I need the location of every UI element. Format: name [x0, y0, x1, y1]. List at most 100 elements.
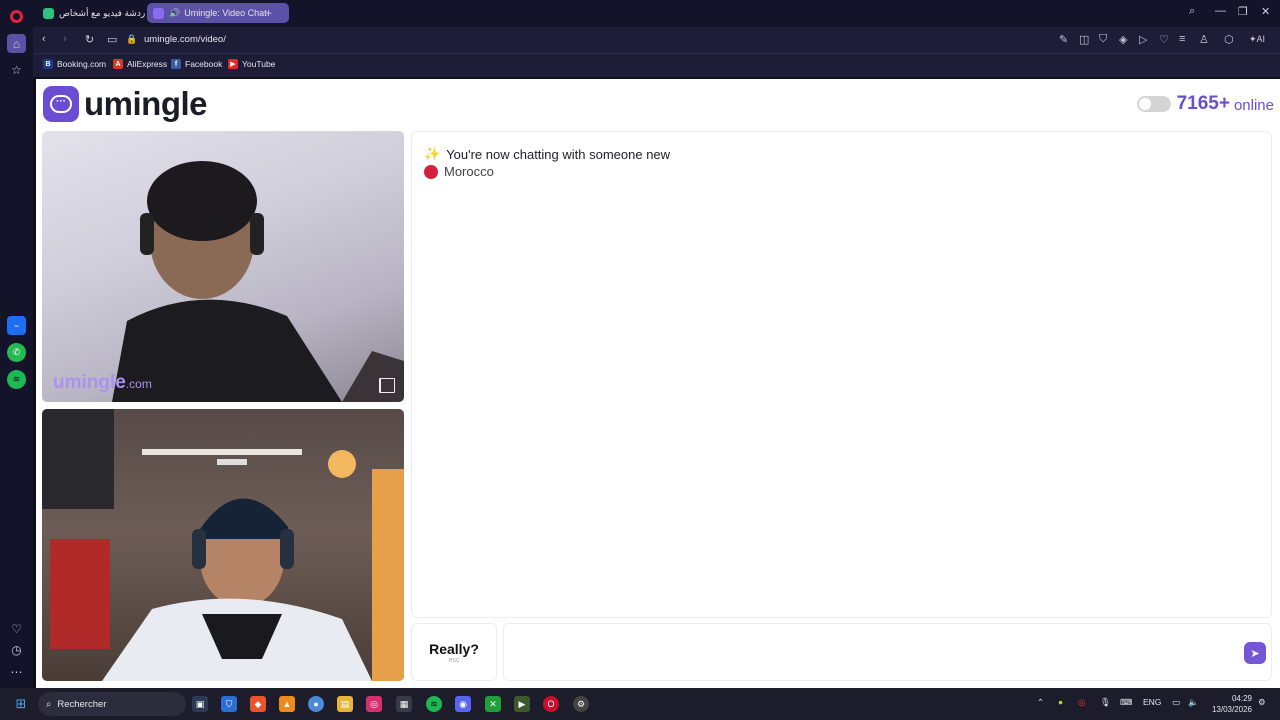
umingle-logo-icon[interactable]: ···: [43, 86, 79, 122]
instagram-icon[interactable]: ◎: [366, 696, 382, 712]
opera-logo-icon[interactable]: [10, 10, 23, 23]
taskbar: ⊞ ⌕ Rechercher ▣ ⛉ ◆ ▲ ● ▤ ◎ ▦ ≋ ◉ ✕ ▶ O…: [0, 688, 1280, 720]
bookmark-aliexpress[interactable]: A AliExpress: [113, 59, 167, 69]
stranger-video: umingle.com: [42, 131, 404, 402]
star-icon[interactable]: ☆: [7, 60, 26, 79]
bookmark-booking[interactable]: B Booking.com: [43, 59, 106, 69]
country-name: Morocco: [444, 164, 494, 179]
spotify-taskbar-icon[interactable]: ≋: [426, 696, 442, 712]
restore-button[interactable]: ❐: [1238, 5, 1248, 18]
send-button[interactable]: ➤: [1244, 642, 1266, 664]
microphone-icon[interactable]: 🎙: [1100, 697, 1111, 708]
message-input[interactable]: [512, 638, 1232, 666]
network-icon[interactable]: ▭: [1172, 697, 1180, 708]
app-icon[interactable]: ⚙: [573, 696, 589, 712]
new-tab-button[interactable]: +: [265, 6, 272, 20]
menu-icon[interactable]: ≡: [1179, 33, 1185, 45]
camera-icon[interactable]: ▭: [107, 33, 117, 46]
country-line: Morocco: [424, 164, 494, 179]
clock-time: 04:29: [1231, 694, 1252, 703]
chrome-icon[interactable]: ●: [308, 696, 324, 712]
keyboard-icon[interactable]: ⌨: [1120, 697, 1132, 708]
tab-label: آزاد دردشة فيديو مع أشخاص: [59, 7, 145, 18]
more-icon[interactable]: ⋯: [7, 662, 26, 681]
tray-chevron-icon[interactable]: ⌃: [1037, 697, 1044, 708]
shield-icon[interactable]: ⛉: [1099, 33, 1107, 46]
theme-toggle[interactable]: [1136, 96, 1171, 112]
edit-icon[interactable]: ✎: [1059, 33, 1068, 46]
lock-icon[interactable]: 🔒: [126, 34, 137, 45]
snapshot-icon[interactable]: ◫: [1079, 33, 1089, 46]
skip-button[interactable]: Really? esc: [411, 623, 497, 681]
xbox-icon[interactable]: ✕: [485, 696, 501, 712]
volume-icon[interactable]: 🔈: [1188, 697, 1199, 708]
online-label: online: [1233, 97, 1274, 114]
stranger-video-frame: [112, 161, 404, 402]
taskbar-clock[interactable]: 04:29 13/03/2026: [1212, 693, 1252, 715]
page: ··· umingle 7165+ online umingle.com ✨ Y…: [36, 79, 1280, 688]
play-icon[interactable]: ▷: [1139, 33, 1147, 46]
whatsapp-icon[interactable]: ✆: [7, 343, 26, 362]
tab-favicon-icon: [43, 7, 54, 19]
close-window-button[interactable]: ✕: [1261, 5, 1270, 18]
url-field[interactable]: umingle.com/video/: [144, 34, 226, 45]
task-view-icon[interactable]: ▣: [192, 696, 208, 712]
minimize-button[interactable]: —: [1215, 5, 1226, 17]
tray-app-icon[interactable]: ●: [1058, 697, 1063, 707]
online-indicator: 7165+ online: [1136, 93, 1274, 115]
favorites-icon[interactable]: ♡: [1159, 33, 1169, 46]
skip-hint: esc: [448, 656, 460, 664]
report-flag-icon[interactable]: [379, 378, 395, 393]
toggle-knob: [1138, 98, 1151, 110]
booking-icon: B: [43, 59, 53, 69]
heart-icon[interactable]: ♡: [7, 619, 26, 638]
opera-taskbar-icon[interactable]: O: [543, 696, 559, 712]
home-icon[interactable]: ⌂: [7, 34, 26, 53]
brave-icon[interactable]: ◆: [250, 696, 266, 712]
discord-icon[interactable]: ◉: [455, 696, 471, 712]
bookmark-label: YouTube: [242, 59, 276, 69]
country-flag-icon: [424, 164, 438, 179]
umingle-watermark: umingle.com: [53, 372, 152, 394]
bookmark-facebook[interactable]: f Facebook: [171, 59, 222, 69]
ai-icon[interactable]: ✦AI: [1249, 34, 1265, 45]
send-icon: ➤: [1250, 647, 1260, 660]
language-indicator[interactable]: ENG: [1143, 697, 1161, 707]
tab-arabic-chat[interactable]: آزاد دردشة فيديو مع أشخاص: [37, 3, 145, 23]
search-label: Rechercher: [57, 698, 107, 710]
store-icon[interactable]: ▦: [396, 696, 412, 712]
youtube-icon: ▶: [228, 59, 238, 69]
search-tabs-icon[interactable]: ⌕: [1189, 5, 1195, 18]
clock-date: 13/03/2026: [1211, 705, 1252, 714]
messenger-icon[interactable]: ~: [7, 316, 26, 335]
site-logo-text[interactable]: umingle: [84, 85, 208, 123]
watermark-domain: .com: [125, 377, 152, 391]
speaker-icon[interactable]: 🔊: [169, 8, 180, 19]
back-button[interactable]: ‹: [42, 33, 46, 45]
spotify-icon[interactable]: ≋: [7, 370, 26, 389]
vlc-icon[interactable]: ▲: [279, 696, 295, 712]
address-bar: ‹ › ↻ ▭ 🔒 umingle.com/video/ ✎ ◫ ⛉ ◈ ▷ ♡…: [33, 27, 1280, 53]
tray-opera-icon[interactable]: ◎: [1078, 697, 1085, 708]
profile-icon[interactable]: ♙: [1199, 33, 1209, 46]
notifications-icon[interactable]: ⚙: [1258, 697, 1266, 708]
file-explorer-icon[interactable]: ▤: [337, 696, 353, 712]
online-count: 7165+: [1176, 93, 1230, 114]
bookmark-label: Facebook: [185, 59, 223, 69]
browser-sidebar: ⌂ ☆ ~ ✆ ≋ ♡ ◷ ⋯: [0, 0, 33, 688]
history-icon[interactable]: ◷: [7, 640, 26, 659]
bookmarks-bar: B Booking.com A AliExpress f Facebook ▶ …: [33, 53, 1280, 77]
bookmark-label: AliExpress: [127, 59, 168, 69]
extensions-icon[interactable]: ⬡: [1224, 33, 1234, 46]
taskbar-search[interactable]: ⌕ Rechercher: [38, 692, 186, 716]
windows-start-icon[interactable]: ⊞: [13, 696, 29, 712]
defender-icon[interactable]: ⛉: [221, 696, 237, 712]
tab-label: Umingle: Video Chat: [184, 8, 267, 18]
media-player-icon[interactable]: ▶: [514, 696, 530, 712]
facebook-icon: f: [171, 59, 181, 69]
reload-icon[interactable]: ↻: [85, 33, 94, 46]
bookmark-youtube[interactable]: ▶ YouTube: [228, 59, 275, 69]
forward-button[interactable]: ›: [63, 33, 67, 45]
chat-panel: ✨ You're now chatting with someone new M…: [411, 131, 1272, 618]
vpn-icon[interactable]: ◈: [1119, 33, 1127, 46]
